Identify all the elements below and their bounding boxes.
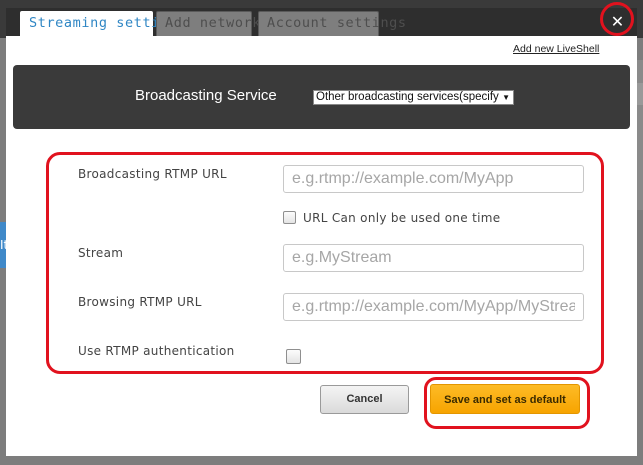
- tab-streaming-setting[interactable]: Streaming setting: [20, 11, 177, 36]
- tab-account-settings[interactable]: Account settings: [258, 11, 406, 36]
- rtmp-url-label: Broadcasting RTMP URL: [78, 167, 227, 181]
- cancel-button[interactable]: Cancel: [320, 385, 409, 414]
- rtmp-url-input[interactable]: [283, 165, 584, 193]
- dropdown-arrow-icon: ▼: [502, 93, 510, 102]
- one-time-url-checkbox[interactable]: [283, 211, 296, 224]
- add-liveshell-link[interactable]: Add new LiveShell: [513, 43, 599, 55]
- browsing-url-input[interactable]: [283, 293, 584, 321]
- stream-input[interactable]: [283, 244, 584, 272]
- one-time-url-label: URL Can only be used one time: [303, 211, 501, 225]
- save-default-button[interactable]: Save and set as default: [430, 384, 580, 414]
- tab-add-network[interactable]: Add network: [156, 11, 260, 36]
- broadcasting-service-bar: Broadcasting Service Other broadcasting …: [13, 65, 630, 129]
- streaming-settings-dialog: Streaming setting Add network Account se…: [6, 2, 637, 456]
- rtmp-auth-label: Use RTMP authentication: [78, 344, 235, 358]
- tab-bar: Streaming setting Add network Account se…: [6, 8, 637, 36]
- rtmp-auth-checkbox[interactable]: [286, 349, 301, 364]
- stream-label: Stream: [78, 246, 124, 260]
- close-button[interactable]: ✕: [602, 8, 633, 35]
- broadcasting-service-label: Broadcasting Service: [135, 87, 277, 104]
- broadcasting-service-select[interactable]: Other broadcasting services(specify ▼: [313, 90, 514, 105]
- close-icon: ✕: [610, 12, 625, 31]
- browsing-url-label: Browsing RTMP URL: [78, 295, 202, 309]
- service-select-value: Other broadcasting services(specify: [316, 91, 499, 103]
